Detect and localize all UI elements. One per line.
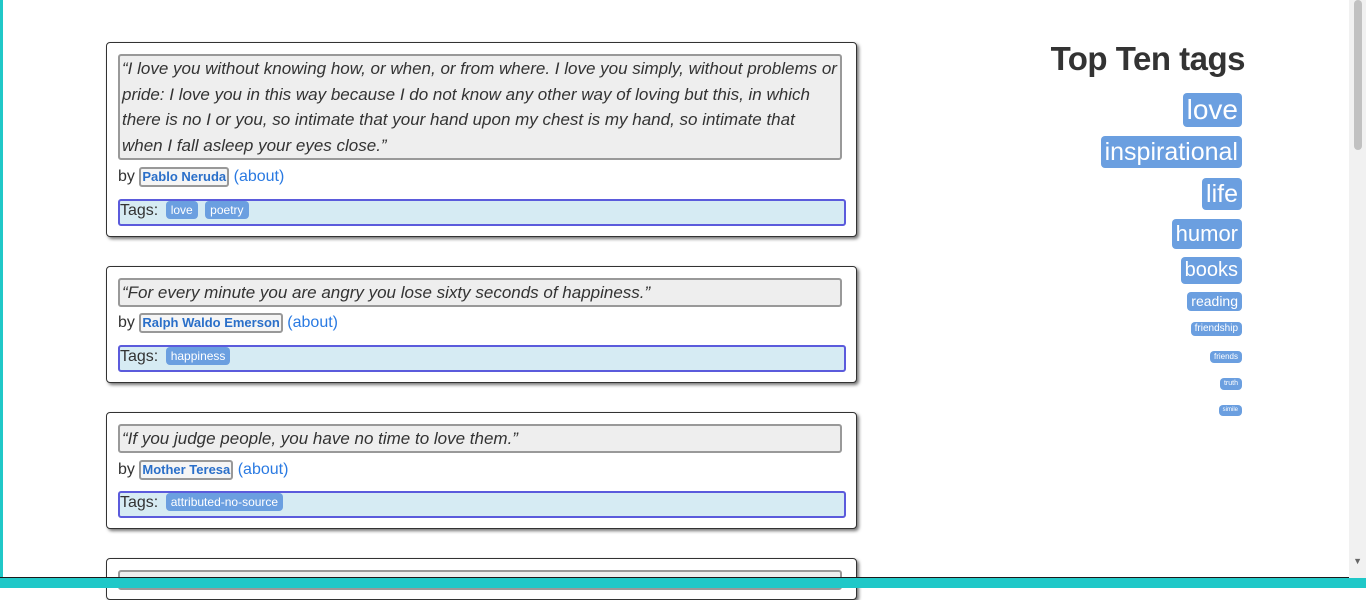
window-frame-bottom <box>0 578 1366 588</box>
quote-byline: by Ralph Waldo Emerson (about) <box>118 313 338 333</box>
tags-label: Tags: <box>120 348 159 365</box>
quote-tags: Tags: love poetry <box>118 199 846 226</box>
author-name: Mother Teresa <box>139 460 234 480</box>
vertical-scrollbar[interactable]: ▼ <box>1349 0 1366 578</box>
author-about-link[interactable]: (about) <box>287 314 338 331</box>
top-tag-truth[interactable]: truth <box>1219 378 1242 390</box>
scroll-down-arrow-icon[interactable]: ▼ <box>1353 556 1362 566</box>
quote-tags: Tags: happiness <box>118 345 846 372</box>
quote-text: “For every minute you are angry you lose… <box>118 278 842 307</box>
top-tag-love[interactable]: love <box>1182 93 1242 127</box>
quote-tags: Tags: attributed-no-source <box>118 491 846 518</box>
top-tag-inspirational[interactable]: inspirational <box>1100 136 1242 168</box>
author-about-link[interactable]: (about) <box>234 168 285 185</box>
by-label: by <box>118 314 135 332</box>
top-tag-simile[interactable]: simile <box>1218 405 1242 416</box>
tag-link[interactable]: attributed-no-source <box>165 493 284 511</box>
quote-text: “If you judge people, you have no time t… <box>118 424 842 453</box>
tag-link[interactable]: love <box>165 201 198 219</box>
top-tag-books[interactable]: books <box>1180 257 1242 284</box>
tag-link[interactable]: happiness <box>165 347 231 365</box>
top-tag-reading[interactable]: reading <box>1187 292 1242 311</box>
top-tags-title: Top Ten tags <box>1050 40 1246 77</box>
scrollbar-thumb[interactable] <box>1354 0 1362 150</box>
tags-label: Tags: <box>120 494 159 511</box>
author-name: Pablo Neruda <box>139 167 230 187</box>
author-about-link[interactable]: (about) <box>238 461 289 478</box>
author-name: Ralph Waldo Emerson <box>139 313 283 333</box>
top-tag-humor[interactable]: humor <box>1171 219 1242 249</box>
tag-link[interactable]: poetry <box>205 201 249 219</box>
quote-byline: by Mother Teresa (about) <box>118 460 288 480</box>
by-label: by <box>118 168 135 186</box>
quote-byline: by Pablo Neruda (about) <box>118 167 284 187</box>
quote-card: “For every minute you are angry you lose… <box>106 266 857 383</box>
top-tag-friendship[interactable]: friendship <box>1190 322 1242 336</box>
quote-card: “If you judge people, you have no time t… <box>106 412 857 529</box>
by-label: by <box>118 461 135 479</box>
window-frame-left <box>0 0 3 588</box>
top-tag-life[interactable]: life <box>1202 178 1242 210</box>
quote-text: “I love you without knowing how, or when… <box>118 54 842 160</box>
quote-card: “I love you without knowing how, or when… <box>106 42 857 237</box>
top-tag-friends[interactable]: friends <box>1209 351 1242 363</box>
tags-label: Tags: <box>120 202 159 219</box>
